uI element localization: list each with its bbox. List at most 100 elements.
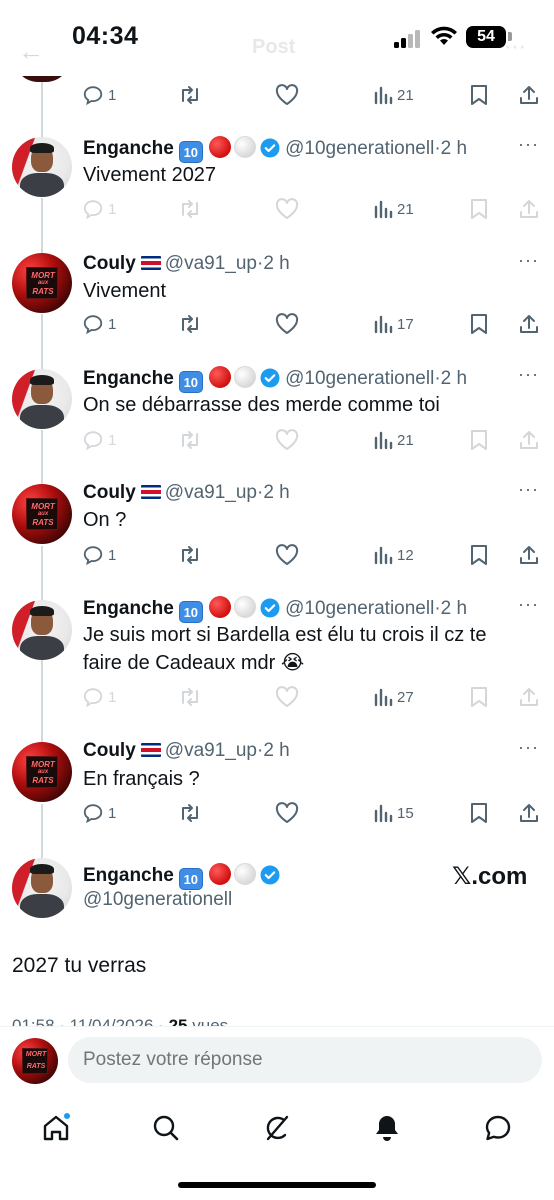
views-button[interactable]: 15 bbox=[373, 798, 414, 828]
repost-button[interactable] bbox=[178, 540, 202, 570]
display-name[interactable]: Couly bbox=[83, 482, 136, 503]
display-name[interactable]: Enganche bbox=[83, 598, 174, 619]
like-button[interactable] bbox=[275, 540, 299, 570]
avatar[interactable]: MORT RATS bbox=[12, 1038, 58, 1084]
display-name[interactable]: Enganche bbox=[83, 368, 174, 389]
user-handle[interactable]: @10generationell bbox=[285, 138, 434, 159]
views-button[interactable]: 21 bbox=[373, 80, 414, 110]
costa-rica-flag-icon bbox=[140, 256, 161, 270]
user-handle[interactable]: @10generationell bbox=[285, 368, 434, 389]
bookmark-button[interactable] bbox=[469, 540, 489, 570]
verified-icon bbox=[260, 368, 280, 388]
share-button[interactable] bbox=[518, 80, 540, 110]
repost-button[interactable] bbox=[178, 682, 202, 712]
nav-home[interactable] bbox=[36, 1108, 76, 1148]
views-icon bbox=[374, 688, 393, 707]
more-options-icon[interactable]: ··· bbox=[518, 364, 544, 385]
share-button[interactable] bbox=[518, 540, 540, 570]
like-button[interactable] bbox=[275, 682, 299, 712]
avatar[interactable]: MORT aux RATS bbox=[12, 484, 72, 544]
repost-button[interactable] bbox=[178, 194, 202, 224]
user-handle[interactable]: @va91_up bbox=[165, 482, 257, 503]
tweet-actions: 1 21 bbox=[0, 425, 554, 455]
share-button[interactable] bbox=[518, 194, 540, 224]
timestamp[interactable]: 2 h bbox=[441, 598, 467, 619]
display-name[interactable]: Couly bbox=[83, 253, 136, 274]
repost-button[interactable] bbox=[178, 80, 202, 110]
share-button[interactable] bbox=[518, 309, 540, 339]
views-button[interactable]: 12 bbox=[373, 540, 414, 570]
views-button[interactable]: 21 bbox=[373, 425, 414, 455]
reply-button[interactable]: 1 bbox=[82, 80, 116, 110]
reply-icon bbox=[83, 804, 103, 824]
reply-button[interactable]: 1 bbox=[82, 682, 116, 712]
like-button[interactable] bbox=[275, 309, 299, 339]
repost-button[interactable] bbox=[178, 309, 202, 339]
reply-button[interactable]: 1 bbox=[82, 194, 116, 224]
like-button[interactable] bbox=[275, 194, 299, 224]
timestamp[interactable]: 2 h bbox=[441, 368, 467, 389]
more-options-icon[interactable]: ··· bbox=[518, 250, 544, 271]
bookmark-button[interactable] bbox=[469, 425, 489, 455]
tweet-text: En français ? bbox=[83, 768, 200, 790]
bookmark-button[interactable] bbox=[469, 194, 489, 224]
avatar[interactable]: MORT aux RATS bbox=[12, 253, 72, 313]
more-options-icon[interactable]: ··· bbox=[518, 134, 544, 155]
user-handle[interactable]: @va91_up bbox=[165, 253, 257, 274]
user-handle[interactable]: @va91_up bbox=[165, 740, 257, 761]
views-button[interactable]: 17 bbox=[373, 309, 414, 339]
more-options-icon[interactable]: ··· bbox=[518, 594, 544, 615]
display-name[interactable]: Couly bbox=[83, 740, 136, 761]
display-name[interactable]: Enganche bbox=[83, 865, 174, 886]
battery-level: 54 bbox=[477, 28, 495, 45]
reply-button[interactable]: 1 bbox=[82, 309, 116, 339]
views-count: 21 bbox=[397, 86, 414, 104]
bookmark-button[interactable] bbox=[469, 80, 489, 110]
avatar[interactable] bbox=[12, 369, 72, 429]
bookmark-icon bbox=[471, 314, 487, 334]
share-button[interactable] bbox=[518, 682, 540, 712]
nav-search[interactable] bbox=[146, 1108, 186, 1148]
more-options-icon[interactable]: ··· bbox=[518, 737, 544, 758]
avatar[interactable] bbox=[12, 137, 72, 197]
reply-count: 1 bbox=[108, 200, 117, 218]
repost-button[interactable] bbox=[178, 425, 202, 455]
bookmark-button[interactable] bbox=[469, 682, 489, 712]
user-handle[interactable]: @10generationell bbox=[285, 598, 434, 619]
reply-input[interactable] bbox=[68, 1037, 542, 1083]
back-arrow-icon[interactable]: ← bbox=[18, 36, 44, 67]
timestamp[interactable]: 2 h bbox=[263, 740, 289, 761]
repost-button[interactable] bbox=[178, 798, 202, 828]
views-count: 17 bbox=[397, 315, 414, 333]
bookmark-button[interactable] bbox=[469, 798, 489, 828]
nav-notifications[interactable] bbox=[367, 1108, 407, 1148]
nav-grok[interactable] bbox=[257, 1108, 297, 1148]
bookmark-button[interactable] bbox=[469, 309, 489, 339]
timestamp[interactable]: 2 h bbox=[263, 253, 289, 274]
avatar[interactable] bbox=[12, 600, 72, 660]
like-button[interactable] bbox=[275, 798, 299, 828]
verified-icon bbox=[260, 138, 280, 158]
like-button[interactable] bbox=[275, 80, 299, 110]
share-icon bbox=[520, 86, 538, 104]
views-button[interactable]: 21 bbox=[373, 194, 414, 224]
reply-count: 1 bbox=[108, 315, 117, 333]
red-circle-emoji bbox=[208, 863, 231, 885]
share-button[interactable] bbox=[518, 798, 540, 828]
reply-button[interactable]: 1 bbox=[82, 798, 116, 828]
timestamp[interactable]: 2 h bbox=[441, 138, 467, 159]
display-name[interactable]: Enganche bbox=[83, 138, 174, 159]
nav-messages[interactable] bbox=[478, 1108, 518, 1148]
views-button[interactable]: 27 bbox=[373, 682, 414, 712]
reply-button[interactable]: 1 bbox=[82, 425, 116, 455]
like-button[interactable] bbox=[275, 425, 299, 455]
user-handle[interactable]: @10generationell bbox=[83, 889, 232, 910]
reply-count: 1 bbox=[108, 431, 117, 449]
avatar[interactable] bbox=[12, 858, 72, 918]
share-button[interactable] bbox=[518, 425, 540, 455]
timestamp[interactable]: 2 h bbox=[263, 482, 289, 503]
reply-button[interactable]: 1 bbox=[82, 540, 116, 570]
tweet-header: Couly @va91_up·2 h bbox=[83, 739, 290, 763]
more-options-icon[interactable]: ··· bbox=[518, 479, 544, 500]
avatar[interactable]: MORT aux RATS bbox=[12, 742, 72, 802]
